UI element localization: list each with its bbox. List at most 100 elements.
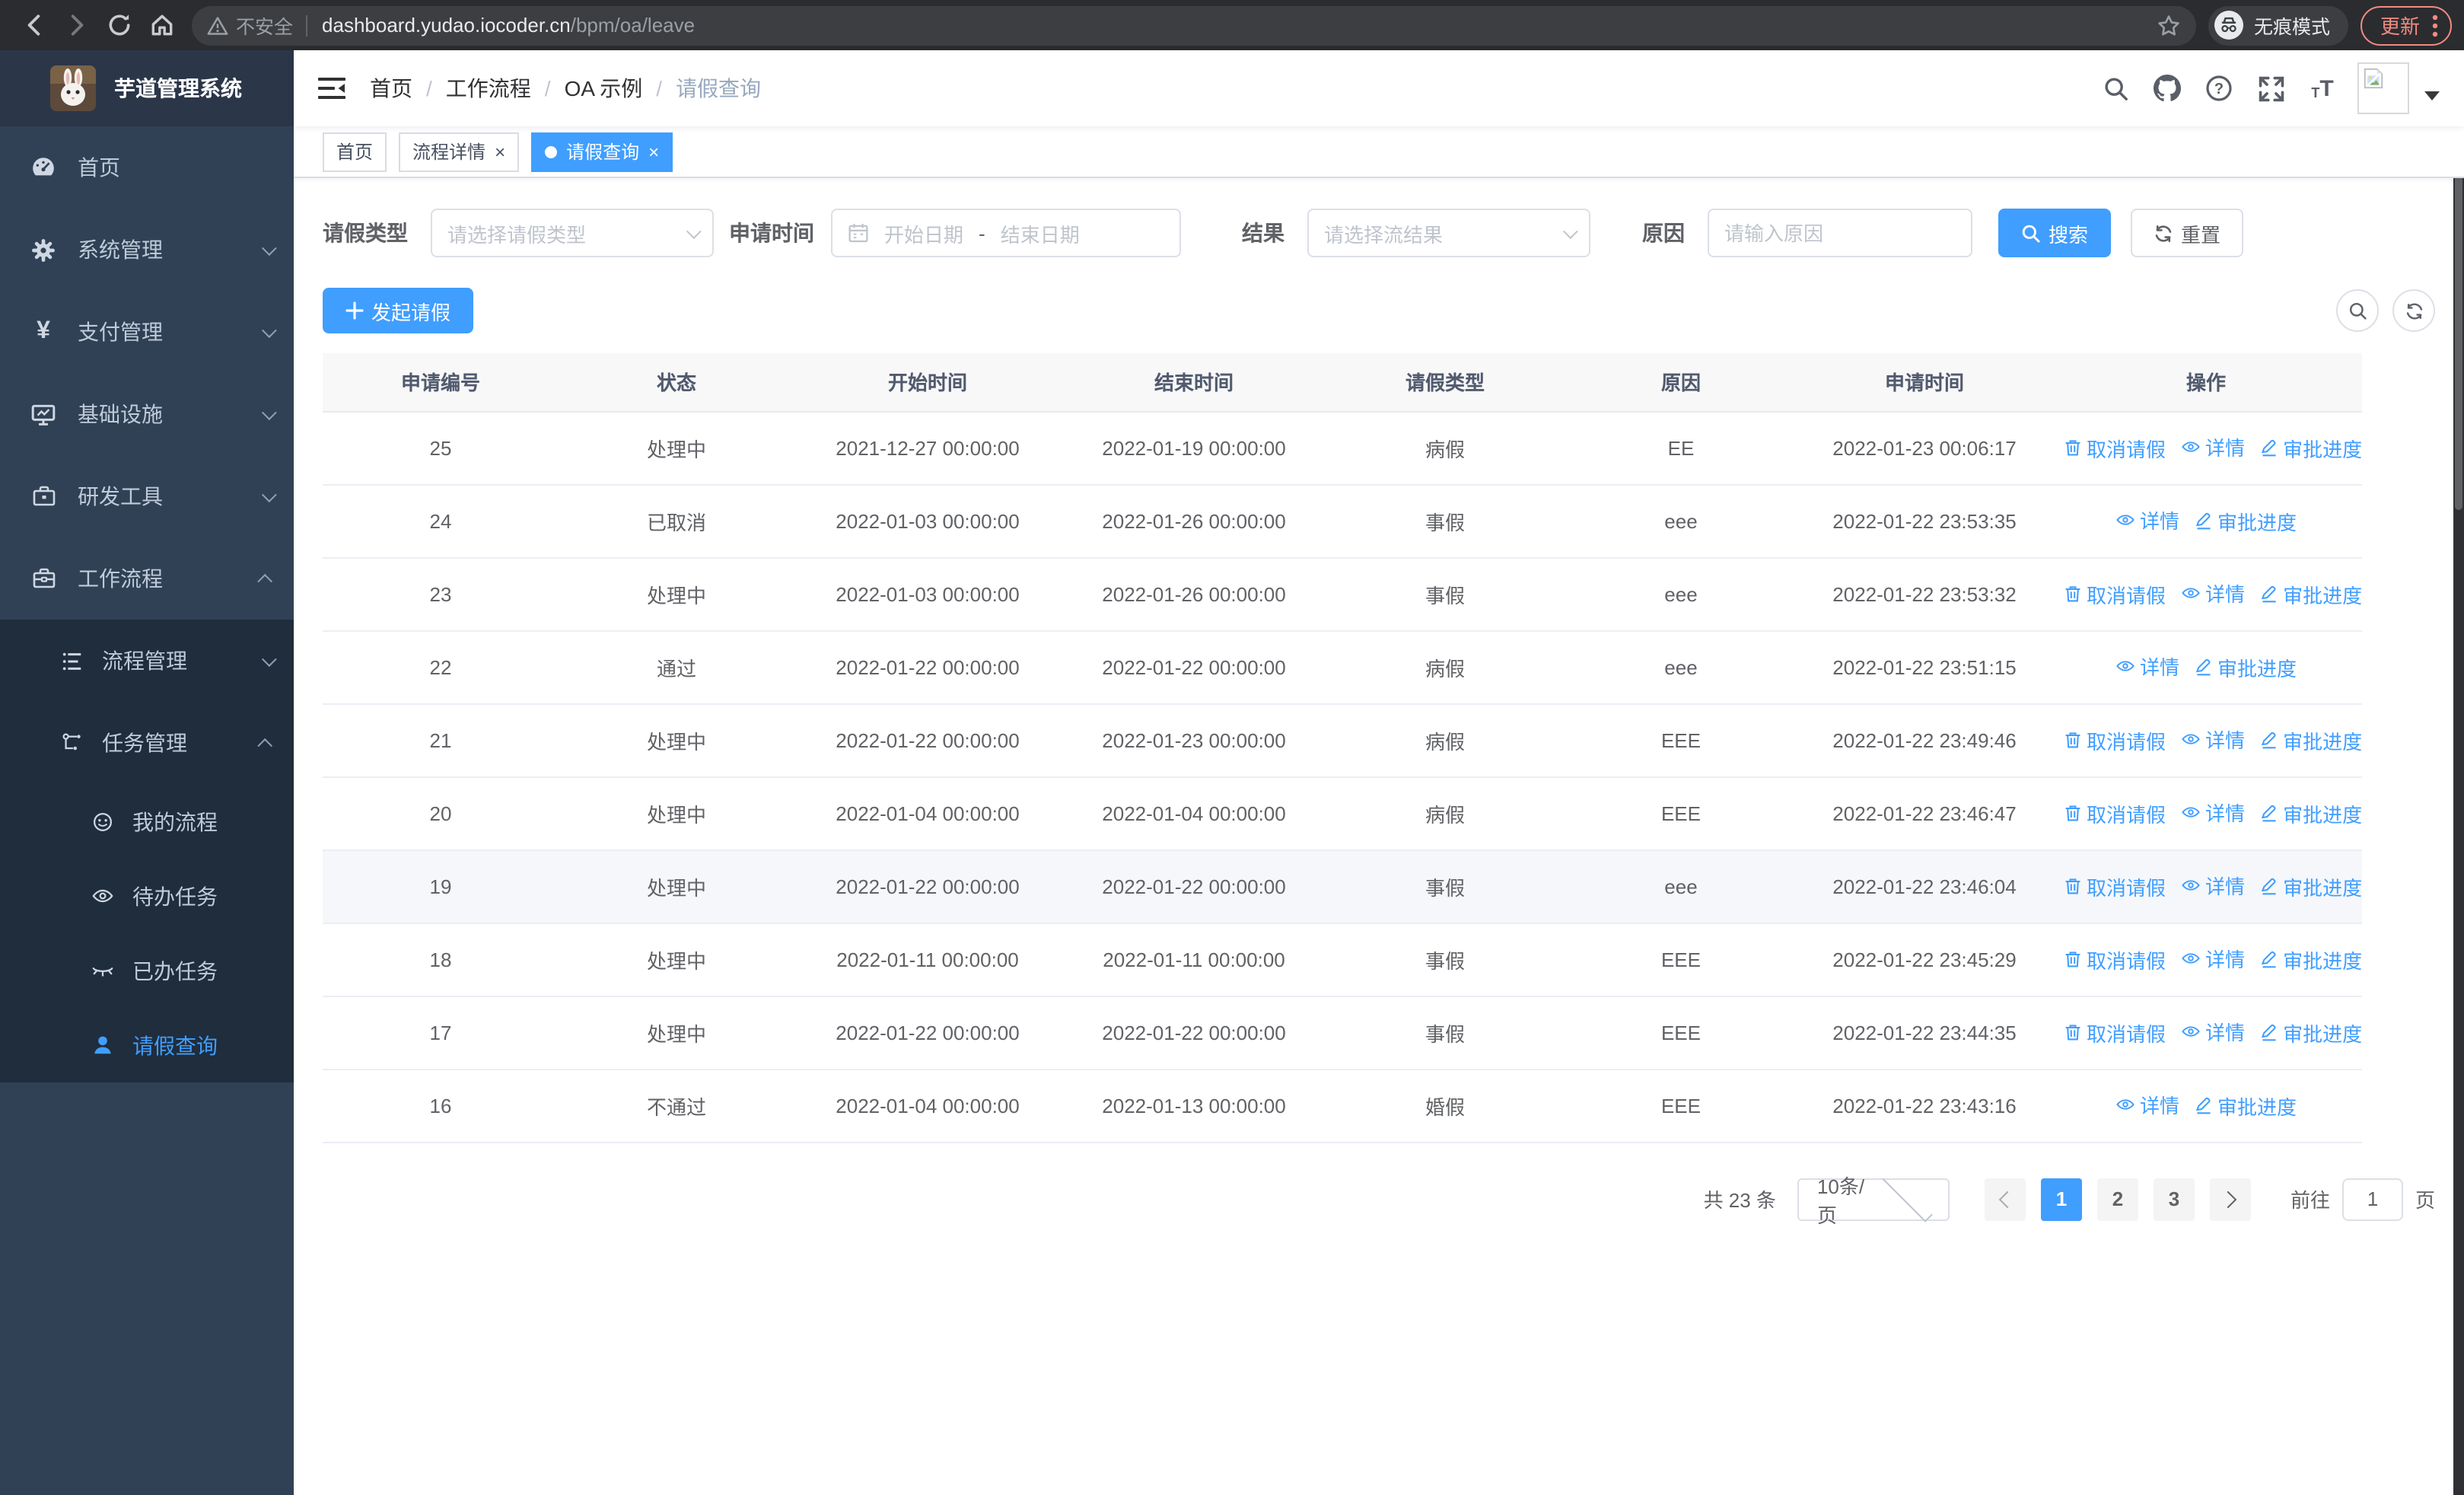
sidebar-item-home[interactable]: 首页 <box>0 126 294 209</box>
reason-input[interactable] <box>1708 209 1972 257</box>
update-chip[interactable]: 更新 <box>2360 5 2452 45</box>
show-search-button[interactable] <box>2336 289 2379 332</box>
sidebar-item-process-mgmt[interactable]: 流程管理 <box>0 620 294 702</box>
breadcrumb-current: 请假查询 <box>676 76 762 100</box>
sidebar-item-leave-query[interactable]: 请假查询 <box>0 1008 294 1082</box>
approval-progress-link[interactable]: 审批进度 <box>2260 945 2362 974</box>
reload-icon[interactable] <box>97 4 140 46</box>
back-icon[interactable] <box>12 4 55 46</box>
page-button-3[interactable]: 3 <box>2153 1178 2195 1220</box>
detail-link[interactable]: 详情 <box>2115 506 2179 535</box>
reset-button[interactable]: 重置 <box>2131 209 2244 257</box>
breadcrumb-workflow[interactable]: 工作流程 <box>446 73 531 104</box>
sidebar-item-payment[interactable]: ¥ 支付管理 <box>0 291 294 373</box>
sidebar-item-system[interactable]: 系统管理 <box>0 209 294 291</box>
breadcrumb-oa-example[interactable]: OA 示例 <box>565 73 643 104</box>
page-jump-input[interactable] <box>2341 1178 2403 1220</box>
apply-time-range-picker[interactable]: 开始日期 - 结束日期 <box>831 209 1181 257</box>
approval-progress-link[interactable]: 审批进度 <box>2260 1018 2362 1047</box>
tag-leave-query[interactable]: 请假查询 × <box>531 132 673 171</box>
cancel-leave-link[interactable]: 取消请假 <box>2064 799 2166 828</box>
approval-progress-link[interactable]: 审批进度 <box>2260 799 2362 828</box>
home-icon[interactable] <box>140 4 183 46</box>
approval-progress-link[interactable]: 审批进度 <box>2260 580 2362 609</box>
approval-progress-link[interactable]: 审批进度 <box>2195 507 2297 536</box>
table-row: 17 处理中 2022-01-22 00:00:00 2022-01-22 00:00… <box>323 996 2362 1069</box>
leave-type-select[interactable]: 请选择请假类型 <box>431 209 714 257</box>
detail-link[interactable]: 详情 <box>2181 1018 2245 1047</box>
detail-link[interactable]: 详情 <box>2181 945 2245 974</box>
chevron-down-icon <box>261 322 277 338</box>
cancel-leave-link[interactable]: 取消请假 <box>2064 434 2166 463</box>
approval-progress-link[interactable]: 审批进度 <box>2260 726 2362 755</box>
prev-page-button[interactable] <box>1984 1178 2026 1220</box>
detail-link[interactable]: 详情 <box>2181 725 2245 754</box>
breadcrumb-home[interactable]: 首页 <box>370 73 412 104</box>
detail-link[interactable]: 详情 <box>2181 872 2245 901</box>
trash-icon <box>2065 805 2080 821</box>
cancel-leave-link[interactable]: 取消请假 <box>2064 1018 2166 1047</box>
incognito-icon <box>2214 11 2243 40</box>
result-select[interactable]: 请选择流结果 <box>1307 209 1590 257</box>
sidebar-item-done-tasks[interactable]: 已办任务 <box>0 933 294 1008</box>
sidebar: 芋道管理系统 首页 系统管理 ¥ 支付管理 基础设施 研发工具 工作流程 流程管… <box>0 50 294 1495</box>
scrollbar[interactable] <box>2453 50 2464 1495</box>
bookmark-star-icon[interactable] <box>2157 13 2181 37</box>
detail-link[interactable]: 详情 <box>2181 433 2245 462</box>
sidebar-collapse-icon[interactable] <box>318 76 345 100</box>
tag-home[interactable]: 首页 <box>323 132 387 171</box>
page-size-select[interactable]: 10条/页 <box>1797 1171 1950 1226</box>
chevron-down-icon <box>1562 223 1578 239</box>
page-button-1[interactable]: 1 <box>2040 1178 2082 1220</box>
sidebar-item-task-mgmt[interactable]: 任务管理 <box>0 702 294 784</box>
workflow-submenu: 流程管理 任务管理 我的流程 待办任务 已办任务 请假查询 <box>0 620 294 1082</box>
github-icon[interactable] <box>2141 62 2193 114</box>
table-row: 19 处理中 2022-01-22 00:00:00 2022-01-22 00:00… <box>323 850 2362 923</box>
close-icon[interactable]: × <box>648 142 659 161</box>
update-label[interactable]: 更新 <box>2380 11 2420 40</box>
approval-progress-link[interactable]: 审批进度 <box>2260 434 2362 463</box>
detail-link[interactable]: 详情 <box>2181 579 2245 608</box>
address-bar[interactable]: 不安全 dashboard.yudao.iocoder.cn/bpm/oa/le… <box>192 5 2196 45</box>
avatar[interactable] <box>2357 62 2409 114</box>
search-icon[interactable] <box>2090 62 2141 114</box>
browser-menu-icon[interactable] <box>2432 13 2438 37</box>
sidebar-item-todo-tasks[interactable]: 待办任务 <box>0 859 294 933</box>
eye-icon <box>2182 807 2200 818</box>
cancel-leave-link[interactable]: 取消请假 <box>2064 580 2166 609</box>
sidebar-item-my-process[interactable]: 我的流程 <box>0 784 294 859</box>
next-page-button[interactable] <box>2209 1178 2251 1220</box>
detail-link[interactable]: 详情 <box>2115 1091 2179 1120</box>
close-icon[interactable]: × <box>495 142 505 161</box>
font-size-icon[interactable]: TT <box>2297 62 2348 114</box>
end-date-placeholder[interactable]: 结束日期 <box>1001 218 1080 247</box>
trash-icon <box>2065 440 2080 456</box>
start-date-placeholder[interactable]: 开始日期 <box>884 218 963 247</box>
create-leave-button[interactable]: 发起请假 <box>323 288 474 333</box>
logo: 芋道管理系统 <box>0 50 294 126</box>
tag-process-detail[interactable]: 流程详情 × <box>399 132 520 171</box>
sidebar-item-workflow[interactable]: 工作流程 <box>0 537 294 620</box>
detail-link[interactable]: 详情 <box>2115 652 2179 681</box>
approval-progress-link[interactable]: 审批进度 <box>2195 653 2297 682</box>
sidebar-item-devtools[interactable]: 研发工具 <box>0 455 294 537</box>
page-button-2[interactable]: 2 <box>2096 1178 2138 1220</box>
url-text[interactable]: dashboard.yudao.iocoder.cn/bpm/oa/leave <box>322 14 2157 37</box>
cancel-leave-link[interactable]: 取消请假 <box>2064 726 2166 755</box>
briefcase-icon <box>30 566 56 591</box>
approval-progress-link[interactable]: 审批进度 <box>2195 1092 2297 1120</box>
chevron-left-icon <box>1998 1190 2017 1208</box>
security-label[interactable]: 不安全 <box>236 11 293 40</box>
approval-progress-link[interactable]: 审批进度 <box>2260 872 2362 901</box>
refresh-icon <box>2405 302 2422 319</box>
fullscreen-icon[interactable] <box>2245 62 2297 114</box>
detail-link[interactable]: 详情 <box>2181 799 2245 827</box>
cancel-leave-link[interactable]: 取消请假 <box>2064 945 2166 974</box>
refresh-table-button[interactable] <box>2392 289 2435 332</box>
forward-icon[interactable] <box>55 4 97 46</box>
search-button[interactable]: 搜索 <box>1998 209 2112 257</box>
caret-down-icon[interactable] <box>2424 91 2440 100</box>
cancel-leave-link[interactable]: 取消请假 <box>2064 872 2166 901</box>
help-icon[interactable]: ? <box>2193 62 2245 114</box>
sidebar-item-infra[interactable]: 基础设施 <box>0 373 294 455</box>
